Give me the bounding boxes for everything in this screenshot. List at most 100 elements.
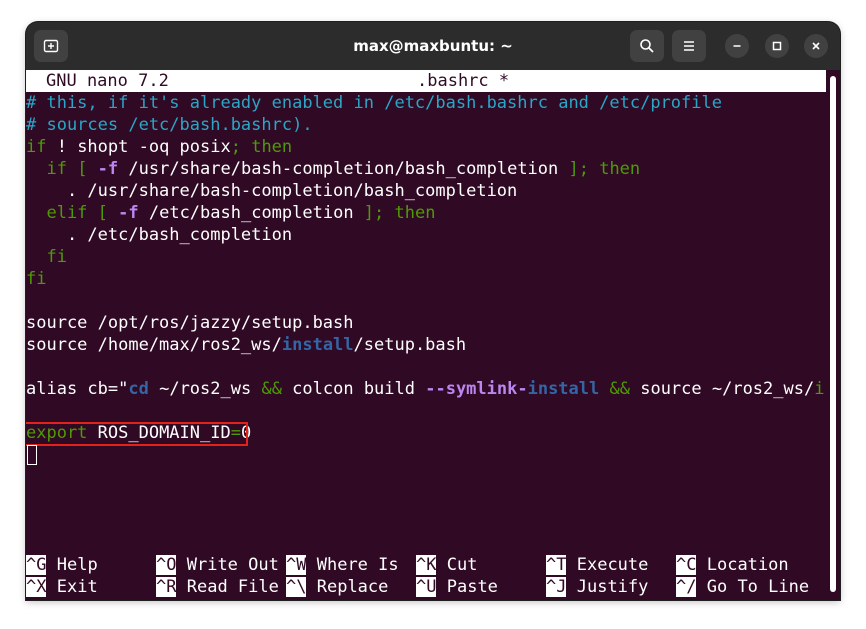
keyword-text: [ [87,203,119,223]
shortcut-where-is[interactable]: ^W Where Is [286,554,399,576]
flag-text: -f [97,159,119,179]
code-line: source /home/max/ros2_ws/install/setup.b… [26,334,826,356]
scrollbar-thumb[interactable] [830,76,836,592]
shortcut-label: Paste [446,577,498,597]
shortcut-label: Write Out [186,555,279,575]
shortcut-label: Justify [576,577,649,597]
keyword-text: ]; then [568,159,641,179]
code-line: # sources /etc/bash.bashrc). [26,114,826,136]
shortcut-justify[interactable]: ^J Justify [546,576,648,598]
shortcut-location[interactable]: ^C Location [676,554,789,576]
highlight-text: cd [128,379,149,399]
shortcut-label: Where Is [316,555,399,575]
window-title: max@maxbuntu: ~ [353,37,513,55]
shortcut-key: ^U [416,577,437,597]
close-icon [812,42,820,50]
shortcut-label: Location [706,555,789,575]
minimize-button[interactable] [725,34,749,58]
close-button[interactable] [804,34,828,58]
shortcut-paste[interactable]: ^U Paste [416,576,498,598]
highlight-text: install [281,335,354,355]
scrollbar[interactable] [826,70,840,600]
code-text: /etc/bash_completion [138,203,364,223]
keyword-text: ; [230,137,241,157]
nano-version: GNU nano 7.2 [46,71,169,91]
minimize-icon [733,45,741,47]
new-tab-button[interactable] [34,30,68,62]
code-text: source /opt/ros/jazzy/setup.bash [26,313,354,333]
flag-text: -f [118,203,139,223]
keyword-text: elif [26,203,88,223]
code-text: /setup.bash [353,335,467,355]
keyword-text: in [814,379,826,399]
nano-filename: .bashrc * [417,71,510,91]
keyword-text: ]; then [363,203,436,223]
quote-text: " [118,379,129,399]
hamburger-menu-icon [684,41,694,51]
code-line: . /etc/bash_completion [26,224,826,246]
terminal-content[interactable]: GNU nano 7.2 .bashrc * # this, if it's a… [26,70,826,600]
shortcut-replace[interactable]: ^\ Replace [286,576,388,598]
keyword-text: if [26,159,67,179]
shortcut-key: ^X [26,577,47,597]
code-line: fi [26,268,826,290]
menu-button[interactable] [672,30,706,62]
code-line: alias cb="cd ~/ros2_ws && colcon build -… [26,378,826,400]
shortcut-exit[interactable]: ^X Exit [26,576,98,598]
shortcut-help[interactable]: ^G Help [26,554,98,576]
shortcut-execute[interactable]: ^T Execute [546,554,648,576]
code-line: source /opt/ros/jazzy/setup.bash [26,312,826,334]
search-button[interactable] [630,30,664,62]
shortcut-key: ^R [156,577,177,597]
code-text: . /usr/share/bash-completion/bash_comple… [26,181,518,201]
text-cursor [27,445,37,465]
keyword-text: fi [26,269,47,289]
title-bar: max@maxbuntu: ~ [26,22,840,70]
code-line: if ! shopt -oq posix; then [26,136,826,158]
terminal-window: max@maxbuntu: ~ GNU nano 7.2 .bashrc * #… [26,22,840,600]
shortcut-key: ^T [546,555,567,575]
flag-text: --symlink- [425,379,528,399]
annotation-highlight-box [26,422,248,446]
shortcut-key: ^W [286,555,307,575]
keyword-text: then [240,137,293,157]
shortcut-cut[interactable]: ^K Cut [416,554,477,576]
highlight-text: install [527,379,600,399]
shortcut-key: ^/ [676,577,697,597]
code-text: ~/ros2_ws [148,379,262,399]
code-line: fi [26,246,826,268]
shortcut-label: Go To Line [706,577,810,597]
shortcut-label: Cut [446,555,478,575]
shortcut-go-to-line[interactable]: ^/ Go To Line [676,576,809,598]
code-text: source ~/ros2_ws/ [629,379,815,399]
shortcut-write-out[interactable]: ^O Write Out [156,554,279,576]
comment-text: # this, if it's already enabled in /etc/… [26,93,722,113]
code-text: . /etc/bash_completion [26,225,293,245]
shortcut-label: Exit [56,577,98,597]
code-text: alias cb= [26,379,119,399]
code-line: . /usr/share/bash-completion/bash_comple… [26,180,826,202]
shortcut-key: ^O [156,555,177,575]
code-text: colcon build [281,379,426,399]
shortcut-key: ^K [416,555,437,575]
keyword-text: [ [66,159,98,179]
keyword-text: if [26,137,47,157]
new-tab-icon [43,39,59,53]
shortcut-key: ^\ [286,577,307,597]
keyword-text: fi [26,247,67,267]
shortcut-label: Help [56,555,98,575]
shortcut-label: Execute [576,555,649,575]
code-text: /usr/share/bash-completion/bash_completi… [118,159,569,179]
code-text: ! shopt -oq posix [46,137,231,157]
comment-text: # sources /etc/bash.bashrc). [26,115,313,135]
shortcut-key: ^C [676,555,697,575]
shortcut-label: Read File [186,577,279,597]
shortcut-read-file[interactable]: ^R Read File [156,576,279,598]
maximize-icon [772,41,782,51]
shortcut-label: Replace [316,577,389,597]
operator-text: && [609,379,630,399]
nano-header: GNU nano 7.2 .bashrc * [26,70,826,92]
shortcut-key: ^G [26,555,47,575]
maximize-button[interactable] [765,34,789,58]
